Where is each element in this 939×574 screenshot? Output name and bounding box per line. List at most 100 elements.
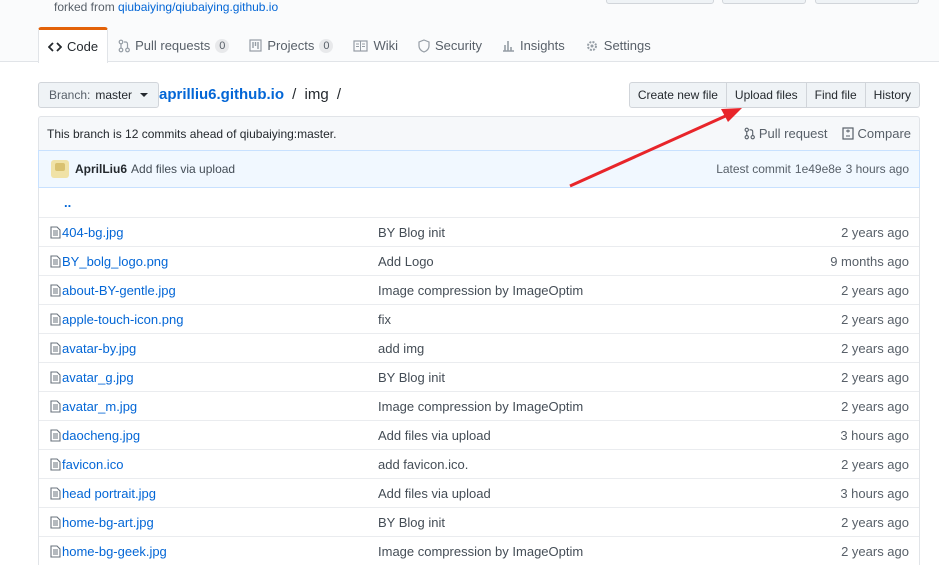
table-row: avatar_m.jpg Image compression by ImageOp… bbox=[39, 391, 919, 420]
repo-nav-tabs: Code Pull requests 0 Projects 0 Wiki Sec… bbox=[38, 27, 661, 63]
file-age: 2 years ago bbox=[841, 224, 909, 240]
fork-button[interactable] bbox=[815, 0, 919, 4]
file-name-link[interactable]: daocheng.jpg bbox=[62, 428, 378, 443]
file-age: 9 months ago bbox=[830, 253, 909, 269]
file-name-link[interactable]: 404-bg.jpg bbox=[62, 225, 378, 240]
tab-projects-label: Projects bbox=[267, 38, 315, 53]
file-age: 2 years ago bbox=[841, 369, 909, 385]
tab-insights-label: Insights bbox=[519, 38, 565, 53]
tab-pull-requests-label: Pull requests bbox=[135, 38, 211, 53]
table-row: home-bg-art.jpg BY Blog init 2 years ago bbox=[39, 507, 919, 536]
latest-commit-label: Latest commit bbox=[716, 162, 791, 176]
file-commit-message-link[interactable]: Add files via upload bbox=[378, 428, 798, 443]
tab-security[interactable]: Security bbox=[408, 27, 492, 63]
commit-message-link[interactable]: Add files via upload bbox=[131, 162, 235, 176]
file-name-link[interactable]: avatar_g.jpg bbox=[62, 370, 378, 385]
file-name-link[interactable]: apple-touch-icon.png bbox=[62, 312, 378, 327]
commit-sha-link[interactable]: 1e49e8e bbox=[795, 162, 842, 176]
tab-code[interactable]: Code bbox=[38, 27, 109, 63]
file-commit-message-link[interactable]: Add files via upload bbox=[378, 486, 798, 501]
breadcrumb-separator: / bbox=[336, 86, 342, 103]
projects-counter: 0 bbox=[319, 38, 334, 53]
file-age: 2 years ago bbox=[841, 543, 909, 559]
file-commit-message-link[interactable]: Image compression by ImageOptim bbox=[378, 544, 798, 559]
shield-icon bbox=[418, 38, 430, 53]
file-name-link[interactable]: avatar_m.jpg bbox=[62, 399, 378, 414]
tab-settings[interactable]: Settings bbox=[575, 27, 661, 63]
file-name-link[interactable]: about-BY-gentle.jpg bbox=[62, 283, 378, 298]
tab-settings-label: Settings bbox=[603, 38, 651, 53]
upload-files-button[interactable]: Upload files bbox=[725, 82, 807, 108]
file-commit-message-link[interactable]: Image compression by ImageOptim bbox=[378, 283, 798, 298]
commit-age: 3 hours ago bbox=[845, 162, 909, 176]
breadcrumb-repo-link[interactable]: aprilliu6.github.io bbox=[159, 86, 284, 103]
file-commit-message-link[interactable]: Add Logo bbox=[378, 254, 798, 269]
tab-code-label: Code bbox=[67, 39, 99, 54]
file-age: 2 years ago bbox=[841, 340, 909, 356]
branch-select-button[interactable]: Branch: master bbox=[38, 82, 160, 108]
file-commit-message-link[interactable]: BY Blog init bbox=[378, 225, 798, 240]
file-commit-message-link[interactable]: BY Blog init bbox=[378, 370, 798, 385]
watch-button[interactable] bbox=[606, 0, 714, 4]
pull-request-label: Pull request bbox=[758, 126, 828, 141]
table-row: avatar-by.jpg add img 2 years ago bbox=[39, 333, 919, 362]
latest-commit-bar: AprilLiu6 Add files via upload Latest co… bbox=[38, 150, 920, 188]
branch-ahead-text: This branch is 12 commits ahead of qiuba… bbox=[47, 126, 337, 141]
compare-link[interactable]: Compare bbox=[841, 126, 911, 141]
code-icon bbox=[48, 41, 62, 53]
list-item: .. bbox=[39, 188, 919, 217]
diff-icon bbox=[841, 127, 854, 140]
tab-projects[interactable]: Projects 0 bbox=[239, 27, 343, 63]
file-age: 3 hours ago bbox=[840, 427, 909, 443]
star-button[interactable] bbox=[722, 0, 806, 4]
file-name-link[interactable]: head portrait.jpg bbox=[62, 486, 378, 501]
file-icon bbox=[47, 457, 63, 471]
tab-wiki-label: Wiki bbox=[373, 38, 398, 53]
file-age: 2 years ago bbox=[841, 456, 909, 472]
forked-from-label: forked from bbox=[54, 0, 115, 14]
file-commit-message-link[interactable]: Image compression by ImageOptim bbox=[378, 399, 798, 414]
parent-directory-link[interactable]: .. bbox=[64, 195, 71, 210]
tab-security-label: Security bbox=[435, 38, 482, 53]
file-icon bbox=[47, 283, 63, 297]
file-name-link[interactable]: favicon.ico bbox=[62, 457, 378, 472]
file-list: .. 404-bg.jpg BY Blog init 2 years ago BY_b… bbox=[38, 188, 920, 565]
create-new-file-button[interactable]: Create new file bbox=[628, 82, 727, 108]
project-icon bbox=[249, 39, 262, 52]
file-icon bbox=[47, 341, 63, 355]
file-age: 2 years ago bbox=[841, 311, 909, 327]
tab-pull-requests[interactable]: Pull requests 0 bbox=[108, 27, 239, 63]
file-name-link[interactable]: home-bg-art.jpg bbox=[62, 515, 378, 530]
table-row: 404-bg.jpg BY Blog init 2 years ago bbox=[39, 217, 919, 246]
file-navigation: Create new file Upload files Find file H… bbox=[628, 82, 920, 108]
file-commit-message-link[interactable]: add favicon.ico. bbox=[378, 457, 798, 472]
history-button[interactable]: History bbox=[864, 82, 920, 108]
pull-request-link[interactable]: Pull request bbox=[744, 126, 828, 141]
commit-meta: Latest commit 1e49e8e 3 hours ago bbox=[716, 162, 909, 176]
file-commit-message-link[interactable]: BY Blog init bbox=[378, 515, 798, 530]
git-pull-request-icon bbox=[118, 39, 130, 53]
find-file-button[interactable]: Find file bbox=[805, 82, 866, 108]
file-age: 2 years ago bbox=[841, 282, 909, 298]
branch-name: master bbox=[95, 88, 133, 102]
file-icon bbox=[47, 399, 63, 413]
file-icon bbox=[47, 544, 63, 558]
file-name-link[interactable]: home-bg-geek.jpg bbox=[62, 544, 378, 559]
file-commit-message-link[interactable]: fix bbox=[378, 312, 798, 327]
file-name-link[interactable]: avatar-by.jpg bbox=[62, 341, 378, 356]
file-icon bbox=[47, 515, 63, 529]
forked-from-link[interactable]: qiubaiying/qiubaiying.github.io bbox=[118, 0, 278, 14]
table-row: apple-touch-icon.png fix 2 years ago bbox=[39, 304, 919, 333]
avatar[interactable] bbox=[51, 160, 69, 178]
branch-infobar: This branch is 12 commits ahead of qiuba… bbox=[38, 116, 920, 151]
file-icon bbox=[47, 486, 63, 500]
repo-header: forked from qiubaiying/qiubaiying.github… bbox=[0, 0, 939, 63]
git-pull-request-icon bbox=[744, 127, 755, 140]
tab-wiki[interactable]: Wiki bbox=[343, 27, 408, 63]
file-commit-message-link[interactable]: add img bbox=[378, 341, 798, 356]
table-row: avatar_g.jpg BY Blog init 2 years ago bbox=[39, 362, 919, 391]
commit-author-link[interactable]: AprilLiu6 bbox=[75, 162, 127, 176]
file-name-link[interactable]: BY_bolg_logo.png bbox=[62, 254, 378, 269]
file-icon bbox=[47, 254, 63, 268]
tab-insights[interactable]: Insights bbox=[492, 27, 575, 63]
